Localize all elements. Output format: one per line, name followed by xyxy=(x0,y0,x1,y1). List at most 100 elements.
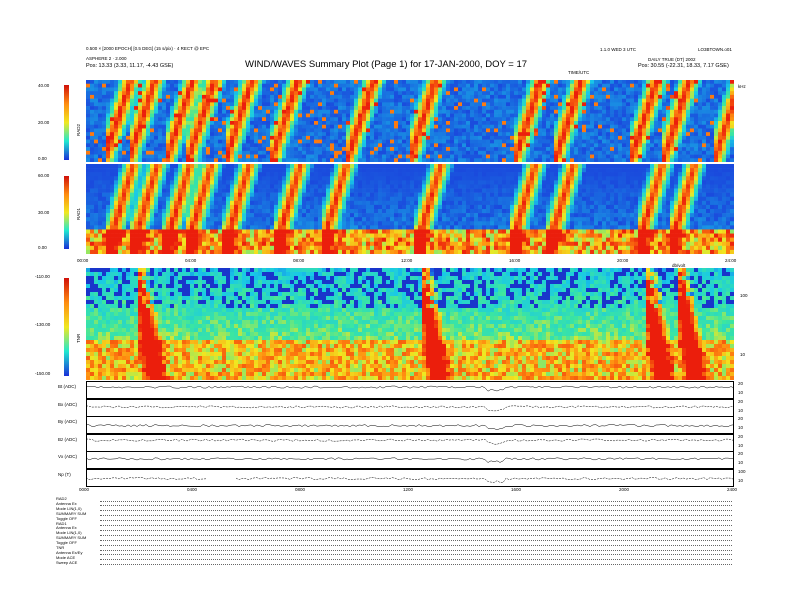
rad2-cell xyxy=(358,154,363,159)
rad2-cell xyxy=(242,87,247,92)
rad2-cell xyxy=(394,132,399,137)
rad1-cell xyxy=(178,241,183,247)
rad1-cell xyxy=(238,245,243,251)
rad2-cell xyxy=(186,135,191,140)
rad2-cell xyxy=(554,158,559,162)
rad2-cell xyxy=(542,132,547,137)
rad2-cell xyxy=(102,132,107,137)
rad2-cell xyxy=(446,150,451,155)
rad1-cell xyxy=(266,176,271,181)
rad2-cell xyxy=(422,98,427,103)
rad2-cell xyxy=(702,113,707,118)
rad2-cell xyxy=(382,94,387,99)
rad2-cell xyxy=(702,98,707,103)
rad1-cell xyxy=(130,204,135,210)
rad2-cell xyxy=(218,139,223,144)
rad2-cell xyxy=(722,91,727,96)
rad2-cell xyxy=(110,113,115,118)
rad2-cell xyxy=(474,87,479,92)
rad2-cell xyxy=(690,143,695,148)
rad2-cell xyxy=(634,158,639,162)
rad1-cell xyxy=(338,221,343,226)
rad1-cell xyxy=(242,192,247,198)
rad2-cell xyxy=(178,102,183,107)
rad1-cell xyxy=(306,213,311,218)
rad2-cell xyxy=(566,139,571,144)
rad1-cell xyxy=(246,196,251,202)
rad1-cell xyxy=(262,209,267,214)
rad2-cell xyxy=(386,135,391,140)
rad1-cell xyxy=(242,172,247,177)
rad2-cell xyxy=(386,109,391,114)
rad1-cell xyxy=(278,192,283,198)
rad1-cell xyxy=(322,249,327,254)
rad2-cell xyxy=(366,94,371,99)
rad2-cell xyxy=(554,135,559,140)
rad2-cell xyxy=(302,139,307,144)
rad1-cell xyxy=(214,217,219,222)
rad2-cell xyxy=(86,150,91,155)
rad2-cell xyxy=(662,143,667,148)
rad2-cell xyxy=(698,128,703,133)
rad2-cell xyxy=(146,83,151,88)
rad2-cell xyxy=(686,83,691,88)
rad2-cell xyxy=(218,106,223,111)
rad1-cell xyxy=(270,188,275,193)
rad2-cell xyxy=(614,94,619,99)
rad2-cell xyxy=(522,154,527,159)
rad2-cell xyxy=(514,98,519,103)
rad2-cell xyxy=(426,80,431,85)
rad2-cell xyxy=(250,150,255,155)
rad2-cell xyxy=(470,109,475,114)
rad2-cell xyxy=(326,87,331,92)
rad2-cell xyxy=(518,98,523,103)
rad1-cell xyxy=(138,209,143,214)
rad1-cell xyxy=(138,217,143,222)
rad1-cell xyxy=(202,241,207,247)
rad2-cell xyxy=(506,98,511,103)
rad2-cell xyxy=(658,94,663,99)
rad1-cell xyxy=(306,237,311,243)
rad2-cell xyxy=(434,109,439,114)
rad1-cell xyxy=(130,245,135,251)
rad1-cell xyxy=(182,217,187,222)
rad2-cell xyxy=(614,98,619,103)
rad2-cell xyxy=(114,117,119,122)
rad2-cell xyxy=(362,143,367,148)
rad1-cell xyxy=(262,229,267,234)
rad2-cell xyxy=(710,158,715,162)
rad2-cell xyxy=(502,113,507,118)
rad2-cell xyxy=(310,128,315,133)
rad2-cell xyxy=(674,139,679,144)
rad2-cell xyxy=(230,158,235,162)
rad2-cell xyxy=(530,98,535,103)
rad2-cell xyxy=(326,150,331,155)
rad2-cell xyxy=(698,158,703,162)
rad1-cell xyxy=(202,213,207,218)
rad2-cell xyxy=(650,106,655,111)
rad1-cell xyxy=(142,200,147,206)
rad2-cell xyxy=(718,124,723,129)
rad2-cell xyxy=(410,139,415,144)
rad2-cell xyxy=(214,117,219,122)
rad2-cell xyxy=(94,91,99,96)
rad2-cell xyxy=(506,135,511,140)
rad2-cell xyxy=(606,87,611,92)
rad2-cell xyxy=(170,139,175,144)
rad2-cell xyxy=(578,135,583,140)
rad2-cell xyxy=(358,109,363,114)
rad2-cell xyxy=(122,117,127,122)
rad2-cell xyxy=(186,91,191,96)
rad2-cell xyxy=(182,94,187,99)
rad2-cell xyxy=(446,124,451,129)
rad1-cell xyxy=(282,241,287,247)
rad2-cell xyxy=(342,124,347,129)
rad1-cell xyxy=(94,221,99,226)
rad2-cell xyxy=(234,113,239,118)
rad2-cell xyxy=(654,139,659,144)
rad2-cell xyxy=(322,87,327,92)
rad1-cell xyxy=(86,237,91,243)
rad2-cell xyxy=(266,87,271,92)
rad2-cell xyxy=(350,98,355,103)
rad2-cell xyxy=(270,135,275,140)
